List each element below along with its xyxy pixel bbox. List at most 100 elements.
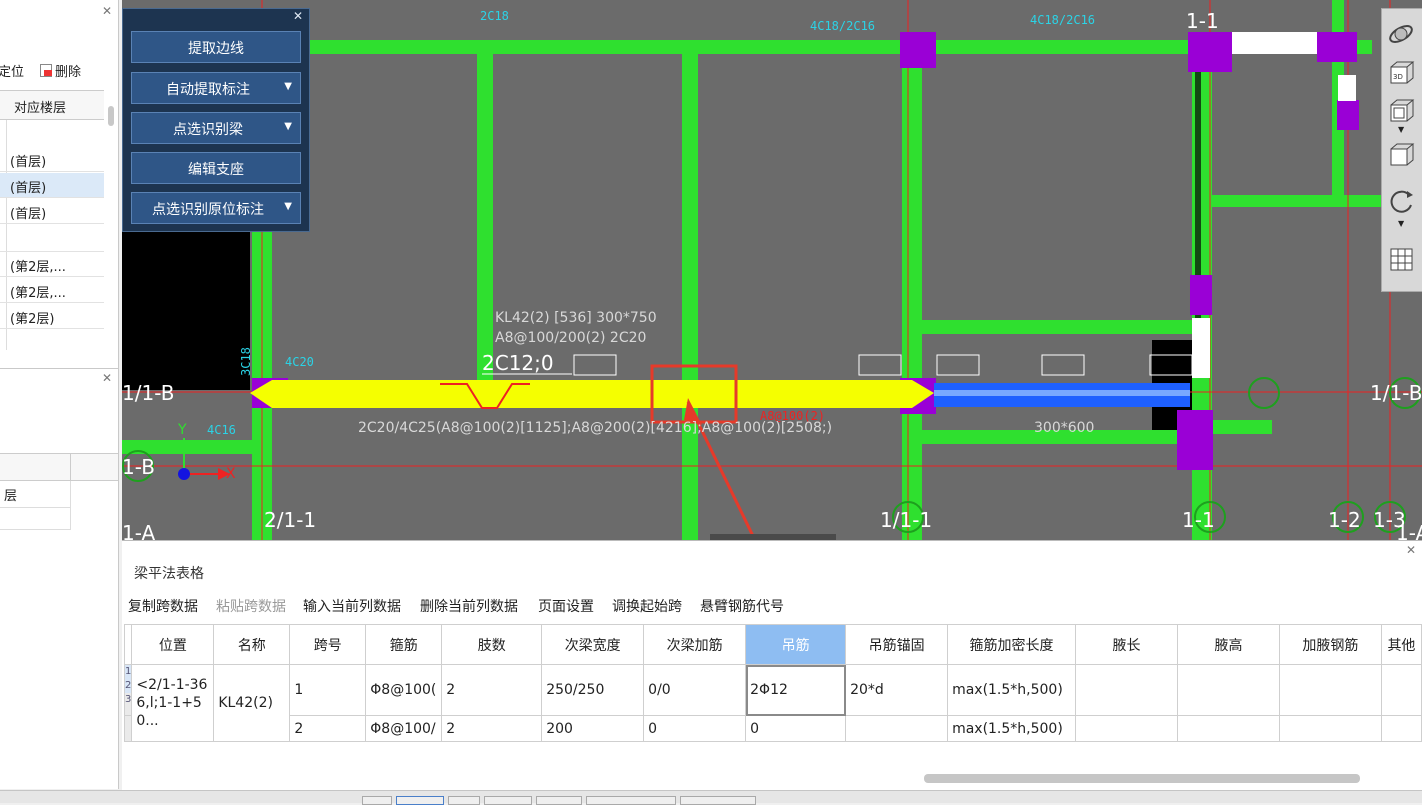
- col-header[interactable]: 箍筋加密长度: [947, 624, 1077, 665]
- triangle-down-icon[interactable]: ▼: [284, 201, 292, 212]
- extract-edge-button[interactable]: 提取边线: [131, 31, 301, 63]
- col-header[interactable]: 跨号: [289, 624, 367, 665]
- sub-add-cell[interactable]: 0/0: [643, 664, 747, 716]
- beam-label: A8@100/200(2) 2C20: [495, 330, 646, 346]
- horizontal-scrollbar[interactable]: [924, 774, 1360, 783]
- top-view-icon[interactable]: [1387, 97, 1416, 126]
- property-row[interactable]: 层: [0, 481, 71, 508]
- recognition-menu: ✕ 提取边线 自动提取标注 ▼ 点选识别梁 ▼ 编辑支座 点选识别原位标注 ▼: [122, 8, 310, 232]
- legs-cell[interactable]: 2: [441, 715, 543, 742]
- name-cell[interactable]: KL42(2): [213, 664, 291, 742]
- col-header-active[interactable]: 吊筋: [745, 624, 847, 665]
- orbit-icon[interactable]: [1387, 19, 1416, 48]
- floor-row[interactable]: (第2层,...: [0, 252, 104, 277]
- cantilever-code-button[interactable]: 悬臂钢筋代号: [700, 596, 784, 616]
- status-button[interactable]: [680, 796, 756, 805]
- legs-cell[interactable]: 2: [441, 664, 543, 716]
- swap-start-span-button[interactable]: 调换起始跨: [612, 596, 682, 616]
- pick-identify-inplace-button[interactable]: 点选识别原位标注 ▼: [131, 192, 301, 224]
- status-button[interactable]: [484, 796, 532, 805]
- floor-row[interactable]: (第2层,...: [0, 278, 104, 303]
- beam-table-panel: ✕ 梁平法表格 复制跨数据 粘贴跨数据 输入当前列数据 删除当前列数据 页面设置…: [122, 540, 1422, 791]
- anno-text: 3C18: [239, 347, 253, 376]
- close-icon[interactable]: ✕: [102, 371, 112, 385]
- status-button[interactable]: [396, 796, 444, 805]
- col-header[interactable]: 次梁加筋: [643, 624, 747, 665]
- floor-row[interactable]: (首层): [0, 199, 104, 224]
- other-cell[interactable]: [1380, 715, 1422, 742]
- property-row[interactable]: [0, 507, 71, 530]
- haunch-len-cell[interactable]: [1075, 715, 1178, 742]
- table-row: 123 <2/1-1-366,l;1-1+50... KL42(2) 1 Φ8@…: [123, 664, 1422, 742]
- page-setup-button[interactable]: 页面设置: [538, 596, 594, 616]
- floor-row[interactable]: (第2层): [0, 304, 104, 329]
- haunch-rebar-cell[interactable]: [1278, 664, 1382, 716]
- sub-width-cell[interactable]: 250/250: [541, 664, 645, 716]
- close-icon[interactable]: ✕: [293, 9, 303, 23]
- sub-add-cell[interactable]: 0: [643, 715, 747, 742]
- span-cell[interactable]: 2: [289, 715, 367, 742]
- floor-row[interactable]: (首层): [0, 147, 104, 172]
- col-header[interactable]: 腋长: [1075, 624, 1178, 665]
- status-button[interactable]: [362, 796, 392, 805]
- grid-view-icon[interactable]: [1387, 245, 1416, 274]
- haunch-height-cell[interactable]: [1176, 664, 1280, 716]
- auto-extract-label-button[interactable]: 自动提取标注 ▼: [131, 72, 301, 104]
- pick-identify-beam-button[interactable]: 点选识别梁 ▼: [131, 112, 301, 144]
- status-button[interactable]: [586, 796, 676, 805]
- col-header[interactable]: 名称: [213, 624, 291, 665]
- paste-span-button: 粘贴跨数据: [216, 599, 286, 615]
- delete-icon: [40, 64, 52, 77]
- stirrup-cell[interactable]: Φ8@100(: [365, 664, 443, 716]
- sub-width-cell[interactable]: 200: [541, 715, 645, 742]
- close-icon[interactable]: ✕: [102, 4, 112, 18]
- status-button[interactable]: [536, 796, 582, 805]
- 3d-view-icon[interactable]: 3D: [1387, 59, 1416, 88]
- haunch-rebar-cell[interactable]: [1278, 715, 1382, 742]
- other-cell[interactable]: [1380, 664, 1422, 716]
- col-header[interactable]: 次梁宽度: [541, 624, 645, 665]
- axis-label: 1/1-B: [122, 381, 174, 405]
- col-header[interactable]: 吊筋锚固: [845, 624, 949, 665]
- table-row: 2 Φ8@100/ 2 200 0 0 max(1.5*h,500): [123, 715, 1422, 742]
- triangle-down-icon[interactable]: ▼: [284, 81, 292, 92]
- col-header[interactable]: 位置: [131, 624, 215, 665]
- position-cell[interactable]: <2/1-1-366,l;1-1+50...: [131, 664, 215, 742]
- anchor-cell[interactable]: 20*d: [845, 664, 949, 716]
- floor-list-panel: ✕ 定位 删除 对应楼层 (首层) (首层) (首层) (第2层,... (第2…: [0, 0, 119, 369]
- beam-label: KL42(2) [536] 300*750: [495, 310, 657, 326]
- rotate-icon[interactable]: [1387, 187, 1416, 216]
- scrollbar[interactable]: [108, 106, 114, 126]
- drawing-canvas[interactable]: 2C18 4C18/2C16 4C18/2C16 4C20 4C16 A8@10…: [122, 0, 1422, 540]
- col-header[interactable]: 箍筋: [365, 624, 443, 665]
- floor-row[interactable]: (首层): [0, 173, 104, 198]
- col-header[interactable]: 加腋钢筋: [1278, 624, 1382, 665]
- triangle-down-icon[interactable]: ▼: [1398, 125, 1404, 134]
- beam-annotation: 2C12;0: [482, 351, 554, 375]
- status-button[interactable]: [448, 796, 480, 805]
- haunch-len-cell[interactable]: [1075, 664, 1178, 716]
- triangle-down-icon[interactable]: ▼: [1398, 219, 1404, 228]
- edit-support-button[interactable]: 编辑支座: [131, 152, 301, 184]
- col-header[interactable]: 其他: [1380, 624, 1422, 665]
- view-toolbar: 3D ▼ ▼: [1381, 8, 1422, 292]
- col-header[interactable]: 肢数: [441, 624, 543, 665]
- dense-len-cell[interactable]: max(1.5*h,500): [947, 664, 1077, 716]
- stirrup-cell[interactable]: Φ8@100/: [365, 715, 443, 742]
- copy-span-button[interactable]: 复制跨数据: [128, 596, 198, 616]
- dense-len-cell[interactable]: max(1.5*h,500): [947, 715, 1077, 742]
- input-column-button[interactable]: 输入当前列数据: [303, 596, 401, 616]
- box-view-icon[interactable]: [1387, 141, 1416, 170]
- close-icon[interactable]: ✕: [1406, 543, 1416, 557]
- haunch-height-cell[interactable]: [1176, 715, 1280, 742]
- delete-column-button[interactable]: 删除当前列数据: [420, 596, 518, 616]
- anchor-cell[interactable]: [845, 715, 949, 742]
- hanger-cell[interactable]: 0: [745, 715, 847, 742]
- span-cell[interactable]: 1: [289, 664, 367, 716]
- locate-button[interactable]: 定位: [0, 61, 24, 80]
- axis-label: 2/1-1: [264, 508, 316, 532]
- triangle-down-icon[interactable]: ▼: [284, 121, 292, 132]
- hanger-cell-selected[interactable]: 2Φ12: [745, 664, 847, 716]
- col-header[interactable]: 腋高: [1176, 624, 1280, 665]
- delete-button[interactable]: 删除: [40, 61, 81, 80]
